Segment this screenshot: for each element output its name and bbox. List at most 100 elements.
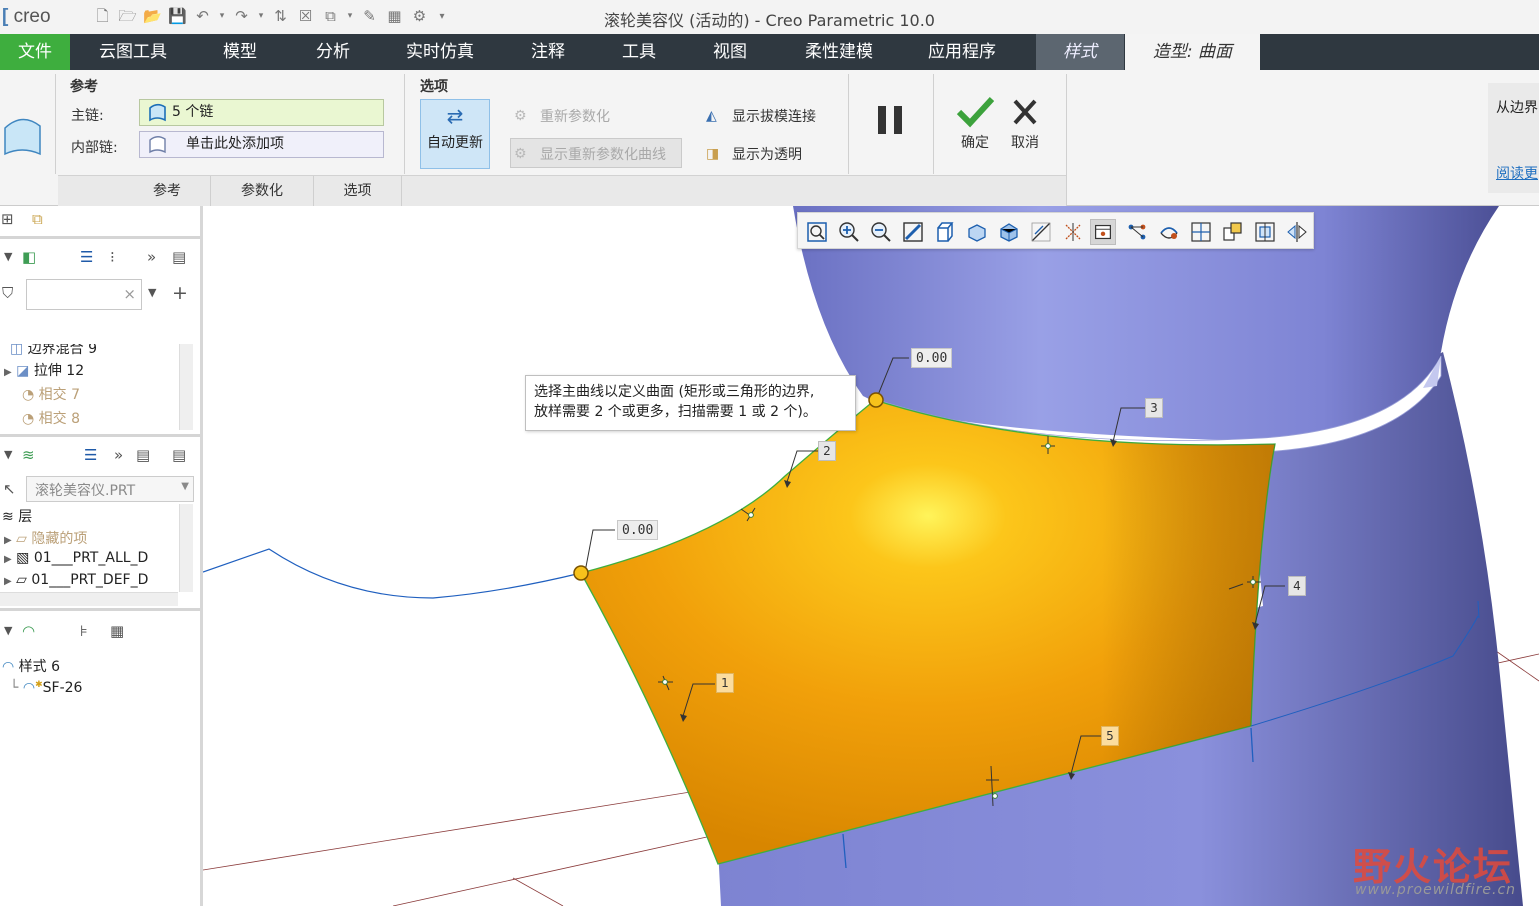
datum-display-icon[interactable] <box>1060 219 1086 245</box>
corner-control-point-left[interactable] <box>573 565 589 581</box>
filter-icon[interactable]: ⛉ <box>2 284 13 302</box>
internal-chain-value: 单击此处添加项 <box>186 136 284 152</box>
help-text: 从边界 <box>1496 100 1538 116</box>
layer-root[interactable]: ≋ 层 <box>2 506 32 526</box>
corner-control-point-top[interactable] <box>868 392 884 408</box>
tree-item-intersect-7[interactable]: ◔ 相交 7 <box>22 384 80 404</box>
saved-orientations-icon[interactable] <box>964 219 990 245</box>
perspective-icon[interactable] <box>1028 219 1054 245</box>
chain-label-3[interactable]: 3 <box>1145 398 1163 418</box>
ok-button[interactable]: 确定 <box>954 96 996 152</box>
tree-columns-icon[interactable]: ☰ <box>80 248 93 266</box>
refit-icon[interactable] <box>804 219 830 245</box>
layer-model-select[interactable]: 滚轮美容仪.PRT ▼ <box>26 476 194 502</box>
tab-cloud-tools[interactable]: 云图工具 <box>85 34 181 70</box>
rotate-view-icon[interactable] <box>1156 219 1182 245</box>
spin-center-icon[interactable] <box>1090 219 1116 245</box>
layer-columns-icon[interactable]: ☰ <box>84 446 97 464</box>
tree-settings-icon[interactable]: ▤ <box>172 248 186 266</box>
collapse-layer-tree-icon[interactable]: ▼ <box>4 448 12 461</box>
layer-prt-all[interactable]: ▶ ▧ 01___PRT_ALL_D <box>4 550 148 566</box>
tab-style[interactable]: 样式 <box>1036 34 1124 70</box>
chain-label-4[interactable]: 4 <box>1288 576 1306 596</box>
tree-search-input[interactable]: × <box>26 279 142 310</box>
display-style-icon[interactable] <box>932 219 958 245</box>
main-chain-collector[interactable]: 5 个链 <box>139 99 384 126</box>
style-filter-icon[interactable]: ⊧ <box>80 622 88 640</box>
tab-view[interactable]: 视图 <box>697 34 763 70</box>
tree-item-extrude[interactable]: ▶ ◪ 拉伸 12 <box>4 360 84 380</box>
auto-update-button[interactable]: ⇄ 自动更新 <box>420 99 490 169</box>
pause-icon <box>878 106 902 134</box>
subtab-options[interactable]: 选项 <box>314 176 402 207</box>
tab-annotate[interactable]: 注释 <box>515 34 581 70</box>
model-tree-list: ◫ 边界混合 9 ▶ ◪ 拉伸 12 ◔ 相交 7 ◔ 相交 8 <box>0 344 178 430</box>
layer-scrollbar[interactable] <box>179 504 193 592</box>
tree-filter-settings-icon[interactable]: ⁝ <box>110 248 115 266</box>
view-planes-icon[interactable] <box>1220 219 1246 245</box>
chevron-down-icon: ▼ <box>181 481 189 492</box>
show-transparent-toggle[interactable]: ◨ 显示为透明 <box>706 144 802 164</box>
graphics-window[interactable]: 0.00 0.00 1 2 3 4 5 选择主曲线以定义曲面 (矩形或三角形的边… <box>203 206 1539 906</box>
style-feature-item[interactable]: ◠ 样式 6 <box>2 656 60 676</box>
tab-applications[interactable]: 应用程序 <box>914 34 1010 70</box>
pause-button[interactable] <box>872 104 908 140</box>
style-columns-icon[interactable]: ▦ <box>110 622 124 640</box>
collapse-style-tree-icon[interactable]: ▼ <box>4 624 12 637</box>
options-group-title: 选项 <box>420 79 448 95</box>
model-tree-scrollbar[interactable] <box>179 344 193 430</box>
model-scene[interactable] <box>203 206 1539 906</box>
dimension-label-top[interactable]: 0.00 <box>911 348 953 368</box>
tab-analysis[interactable]: 分析 <box>300 34 366 70</box>
tab-tools[interactable]: 工具 <box>606 34 672 70</box>
show-draft-connection-toggle[interactable]: ◭ 显示拔模连接 <box>706 106 816 126</box>
subtab-references[interactable]: 参考 <box>124 176 211 207</box>
folder-browser-tab-icon[interactable]: ⧉ <box>32 210 43 228</box>
auto-update-label: 自动更新 <box>427 135 483 151</box>
cancel-button[interactable]: 取消 <box>1004 96 1046 152</box>
tab-flexible-modeling[interactable]: 柔性建模 <box>791 34 887 70</box>
tab-file[interactable]: 文件 <box>0 34 70 70</box>
tree-item-boundary-blend[interactable]: ◫ 边界混合 9 <box>10 344 97 358</box>
model-tree-tab-icon[interactable]: ⊞ <box>1 210 14 228</box>
active-plane-icon[interactable] <box>1252 219 1278 245</box>
tab-style-surface[interactable]: 造型: 曲面 <box>1125 34 1260 70</box>
zoom-out-icon[interactable] <box>868 219 894 245</box>
collapse-model-tree-icon[interactable]: ▼ <box>4 250 12 263</box>
tree-item-intersect-8[interactable]: ◔ 相交 8 <box>22 408 80 428</box>
subtab-parameterization[interactable]: 参数化 <box>211 176 314 207</box>
reparameterize-button[interactable]: ⚙ 重新参数化 <box>514 106 610 126</box>
add-filter-icon[interactable]: + <box>172 282 188 304</box>
chain-label-2[interactable]: 2 <box>818 441 836 461</box>
annotation-display-icon[interactable] <box>1124 219 1150 245</box>
chain-label-1[interactable]: 1 <box>716 673 734 693</box>
view-manager-icon[interactable] <box>996 219 1022 245</box>
repaint-icon[interactable] <box>900 219 926 245</box>
layer-hidden-items[interactable]: ▶ ▱ 隐藏的项 <box>4 528 87 548</box>
style-surface-item[interactable]: └ ◠✱SF-26 <box>10 680 82 696</box>
search-dropdown-icon[interactable]: ▼ <box>148 286 156 299</box>
more-options-icon[interactable]: » <box>147 248 156 266</box>
refresh-icon: ⇄ <box>446 104 464 128</box>
close-icon <box>1013 99 1037 125</box>
ok-label: 确定 <box>961 135 989 151</box>
layer-more-icon[interactable]: » <box>114 446 123 464</box>
chain-label-5[interactable]: 5 <box>1101 726 1119 746</box>
watermark-url: www.proewildfire.cn <box>1355 882 1517 898</box>
read-more-link[interactable]: 阅读更 <box>1496 163 1538 183</box>
zoom-in-icon[interactable] <box>836 219 862 245</box>
mirror-view-icon[interactable] <box>1284 219 1310 245</box>
tab-model[interactable]: 模型 <box>207 34 273 70</box>
clear-search-icon[interactable]: × <box>123 285 136 303</box>
dimension-label-left[interactable]: 0.00 <box>617 520 659 540</box>
layer-hscrollbar[interactable] <box>0 592 178 606</box>
tab-live-simulation[interactable]: 实时仿真 <box>392 34 488 70</box>
guide-curve-left[interactable] <box>203 548 582 599</box>
layer-settings-icon[interactable]: ▤ <box>172 446 186 464</box>
model-tree-icon: ◧ <box>22 248 37 266</box>
internal-chain-collector[interactable]: 单击此处添加项 <box>139 131 384 158</box>
main-chain-value: 5 个链 <box>172 104 214 120</box>
layer-properties-icon[interactable]: ▤ <box>136 446 150 464</box>
grid-icon[interactable] <box>1188 219 1214 245</box>
layer-prt-def[interactable]: ▶ ▱ 01___PRT_DEF_D <box>4 572 148 588</box>
